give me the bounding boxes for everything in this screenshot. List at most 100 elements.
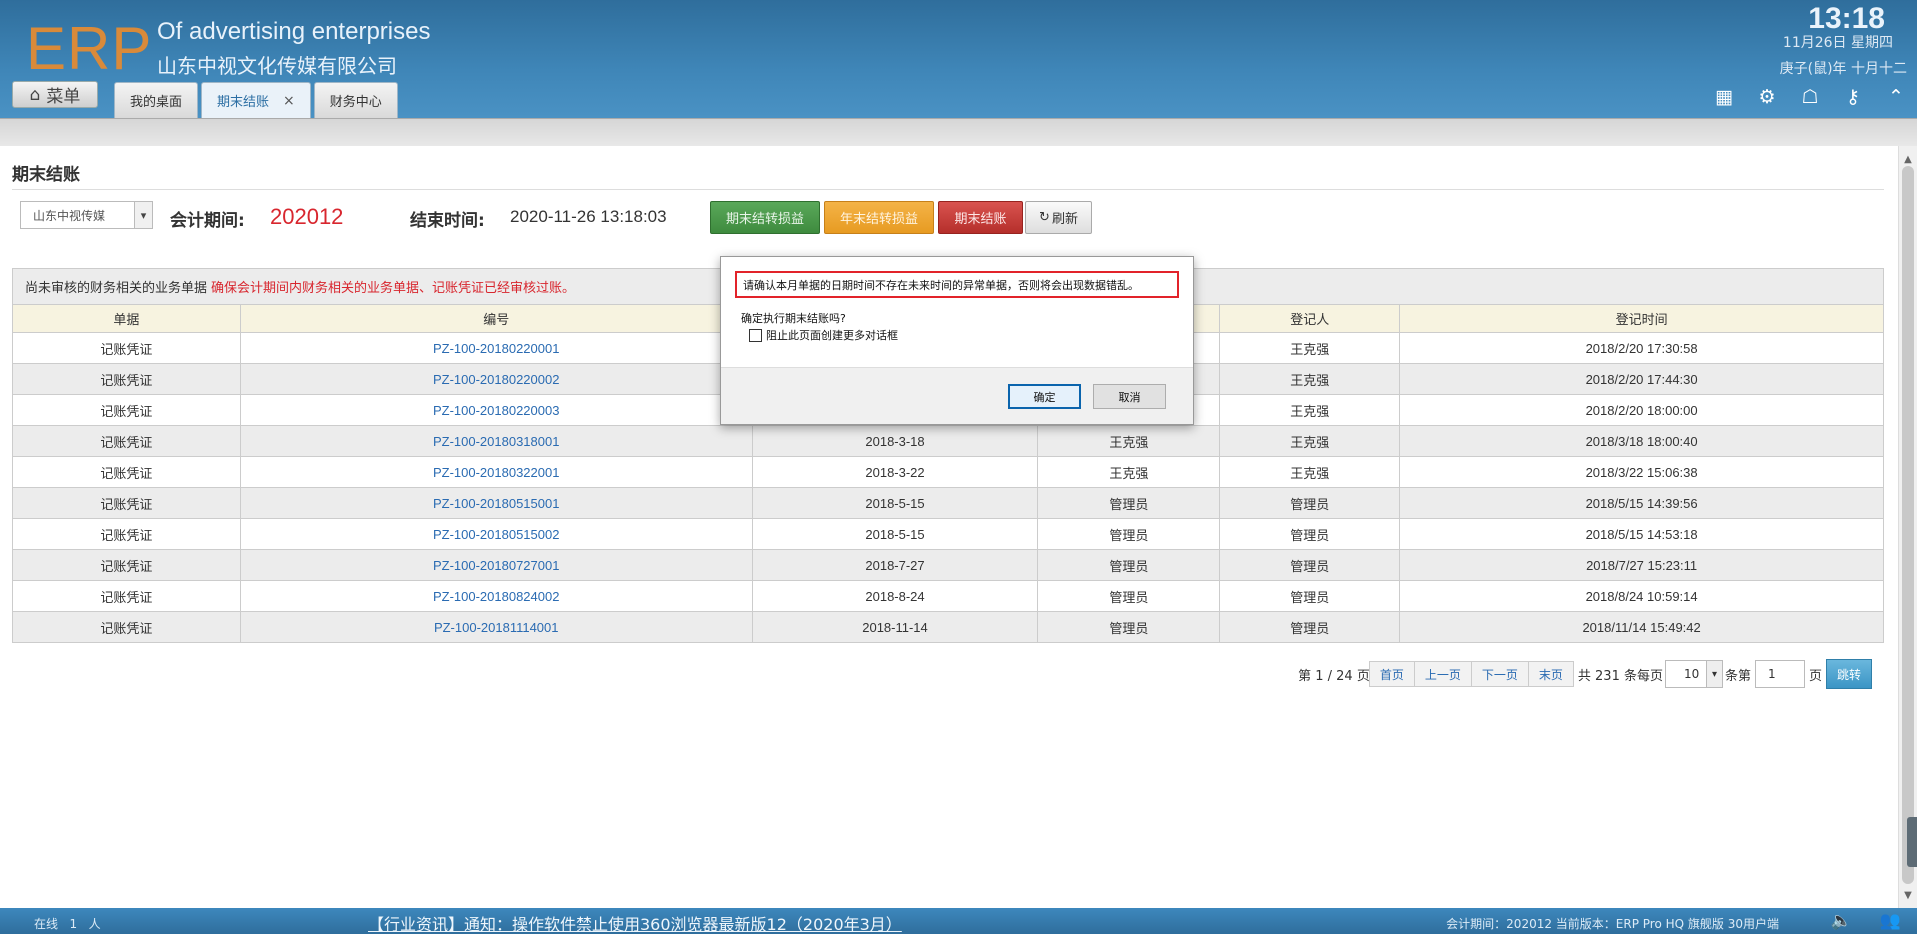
- users-icon[interactable]: 👥: [1880, 911, 1901, 931]
- cell-registrar: 管理员: [1219, 580, 1401, 612]
- tab-finance-center[interactable]: 财务中心: [313, 82, 398, 118]
- cell-document: 记账凭证: [12, 580, 241, 612]
- cell-number[interactable]: PZ-100-20180824002: [239, 580, 753, 612]
- col-header-document[interactable]: 单据: [12, 304, 241, 333]
- tab-my-desktop[interactable]: 我的桌面: [114, 82, 199, 118]
- table-row[interactable]: 记账凭证 PZ-100-20180322001 2018-3-22 王克强 王克强 201…: [12, 456, 1884, 488]
- table-row[interactable]: 记账凭证 PZ-100-20180824002 2018-8-24 管理员 管理员 201…: [12, 580, 1884, 612]
- company-select[interactable]: 山东中视传媒 ▾: [20, 201, 153, 229]
- suppress-dialogs-checkbox[interactable]: [749, 328, 762, 342]
- ok-button[interactable]: 确定: [1008, 384, 1081, 409]
- notice-warning: 确保会计期间内财务相关的业务单据、记账凭证已经审核过账。: [211, 281, 576, 296]
- cell-date: 2018-8-24: [751, 580, 1039, 612]
- footer-icons: 🔈 👥: [1831, 911, 1901, 931]
- cell-number[interactable]: PZ-100-20181114001: [239, 611, 753, 643]
- refresh-label: 刷新: [1051, 212, 1078, 227]
- cell-number[interactable]: PZ-100-20180322001: [239, 456, 753, 488]
- shirt-icon[interactable]: ☖: [1799, 86, 1821, 108]
- cell-document: 记账凭证: [12, 363, 241, 395]
- cell-number[interactable]: PZ-100-20180318001: [239, 425, 753, 457]
- cell-number[interactable]: PZ-100-20180515002: [239, 518, 753, 550]
- table-row[interactable]: 记账凭证 PZ-100-20180318001 2018-3-18 王克强 王克强 201…: [12, 425, 1884, 457]
- side-panel-handle[interactable]: [1907, 817, 1917, 867]
- scroll-thumb[interactable]: [1902, 166, 1914, 884]
- clock-date: 11月26日 星期四: [1782, 35, 1893, 51]
- suppress-dialogs-option[interactable]: 阻止此页面创建更多对话框: [749, 327, 898, 343]
- cell-maker: 管理员: [1037, 611, 1221, 643]
- cell-document: 记账凭证: [12, 456, 241, 488]
- next-page-button[interactable]: 下一页: [1470, 661, 1529, 687]
- news-link[interactable]: 【行业资讯】通知：操作软件禁止使用360浏览器最新版12（2020年3月）: [368, 911, 902, 934]
- cell-register-time: 2018/11/14 15:49:42: [1399, 611, 1884, 643]
- first-page-button[interactable]: 首页: [1368, 661, 1415, 687]
- home-icon: ⌂: [29, 84, 41, 105]
- cell-number[interactable]: PZ-100-20180515001: [239, 487, 753, 519]
- dialog-question: 确定执行期末结账吗?: [741, 312, 846, 325]
- page-suffix: 页: [1808, 668, 1822, 684]
- tab-period-close[interactable]: 期末结账 ×: [201, 82, 311, 118]
- collapse-up-icon[interactable]: ⌃: [1885, 86, 1907, 108]
- cell-register-time: 2018/2/20 18:00:00: [1399, 394, 1884, 426]
- gear-icon[interactable]: ⚙: [1756, 86, 1778, 108]
- col-header-register-time[interactable]: 登记时间: [1399, 304, 1884, 333]
- cell-register-time: 2018/2/20 17:30:58: [1399, 332, 1884, 364]
- cell-number[interactable]: PZ-100-20180220003: [239, 394, 753, 426]
- sub-toolbar-strip: [0, 118, 1917, 146]
- table-row[interactable]: 记账凭证 PZ-100-20180727001 2018-7-27 管理员 管理员 201…: [12, 549, 1884, 581]
- company-name-cn: 山东中视文化传媒有限公司: [157, 54, 397, 78]
- cell-document: 记账凭证: [12, 425, 241, 457]
- confirm-dialog: 请确认本月单据的日期时间不存在未来时间的异常单据，否则将会出现数据错乱。 确定执…: [720, 256, 1194, 425]
- clock-time: 13:18: [1808, 2, 1885, 35]
- prev-page-button[interactable]: 上一页: [1413, 661, 1472, 687]
- key-icon[interactable]: ⚷: [1842, 86, 1864, 108]
- col-header-number[interactable]: 编号: [239, 304, 753, 333]
- refresh-button[interactable]: ↻ 刷新: [1025, 201, 1092, 234]
- table-row[interactable]: 记账凭证 PZ-100-20180515002 2018-5-15 管理员 管理员 201…: [12, 518, 1884, 550]
- cell-document: 记账凭证: [12, 394, 241, 426]
- cell-register-time: 2018/5/15 14:39:56: [1399, 487, 1884, 519]
- jump-button[interactable]: 跳转: [1826, 659, 1872, 689]
- end-time-value: 2020-11-26 13:18:03: [510, 207, 667, 226]
- cancel-button[interactable]: 取消: [1093, 384, 1166, 409]
- dialog-warning: 请确认本月单据的日期时间不存在未来时间的异常单据，否则将会出现数据错乱。: [735, 271, 1179, 298]
- period-close-button[interactable]: 期末结账: [938, 201, 1023, 234]
- cell-register-time: 2018/3/22 15:06:38: [1399, 456, 1884, 488]
- notice-text: 尚未审核的财务相关的业务单据: [25, 281, 208, 296]
- cell-registrar: 王克强: [1219, 425, 1401, 457]
- cell-number[interactable]: PZ-100-20180727001: [239, 549, 753, 581]
- year-end-profit-button[interactable]: 年末结转损益: [824, 201, 934, 234]
- cell-number[interactable]: PZ-100-20180220002: [239, 363, 753, 395]
- page-number-input[interactable]: 1: [1754, 660, 1805, 688]
- cell-date: 2018-5-15: [751, 487, 1039, 519]
- speaker-icon[interactable]: 🔈: [1831, 911, 1852, 931]
- menu-button[interactable]: ⌂ 菜单: [12, 81, 98, 108]
- cell-registrar: 管理员: [1219, 549, 1401, 581]
- vertical-scrollbar[interactable]: ▲ ▼: [1898, 146, 1917, 908]
- online-count: 1: [69, 917, 78, 931]
- page-size-select[interactable]: 10 ▾: [1664, 660, 1723, 688]
- table-row[interactable]: 记账凭证 PZ-100-20181114001 2018-11-14 管理员 管理员 20…: [12, 611, 1884, 643]
- close-icon[interactable]: ×: [283, 93, 295, 109]
- cell-registrar: 王克强: [1219, 394, 1401, 426]
- cell-document: 记账凭证: [12, 518, 241, 550]
- period-value: 202012: [270, 204, 344, 229]
- page-title: 期末结账: [12, 165, 80, 185]
- tab-label: 我的桌面: [130, 95, 183, 110]
- dialog-button-bar: 确定 取消: [721, 367, 1193, 424]
- chevron-down-icon: ▾: [134, 202, 152, 228]
- table-row[interactable]: 记账凭证 PZ-100-20180515001 2018-5-15 管理员 管理员 201…: [12, 487, 1884, 519]
- col-header-registrar[interactable]: 登记人: [1219, 304, 1401, 333]
- cell-registrar: 管理员: [1219, 518, 1401, 550]
- lunar-date: 庚子(鼠)年 十月十二: [1779, 61, 1907, 77]
- cell-maker: 管理员: [1037, 518, 1221, 550]
- cell-registrar: 王克强: [1219, 332, 1401, 364]
- last-page-button[interactable]: 末页: [1527, 661, 1574, 687]
- scroll-down-icon[interactable]: ▼: [1899, 886, 1917, 904]
- cell-number[interactable]: PZ-100-20180220001: [239, 332, 753, 364]
- cell-register-time: 2018/5/15 14:53:18: [1399, 518, 1884, 550]
- add-widget-icon[interactable]: ▦: [1713, 86, 1735, 108]
- version-info: 会计期间：202012 当前版本：ERP Pro HQ 旗舰版 30用户端: [1446, 917, 1779, 931]
- cell-register-time: 2018/3/18 18:00:40: [1399, 425, 1884, 457]
- carry-forward-profit-button[interactable]: 期末结转损益: [710, 201, 820, 234]
- refresh-icon: ↻: [1039, 210, 1050, 225]
